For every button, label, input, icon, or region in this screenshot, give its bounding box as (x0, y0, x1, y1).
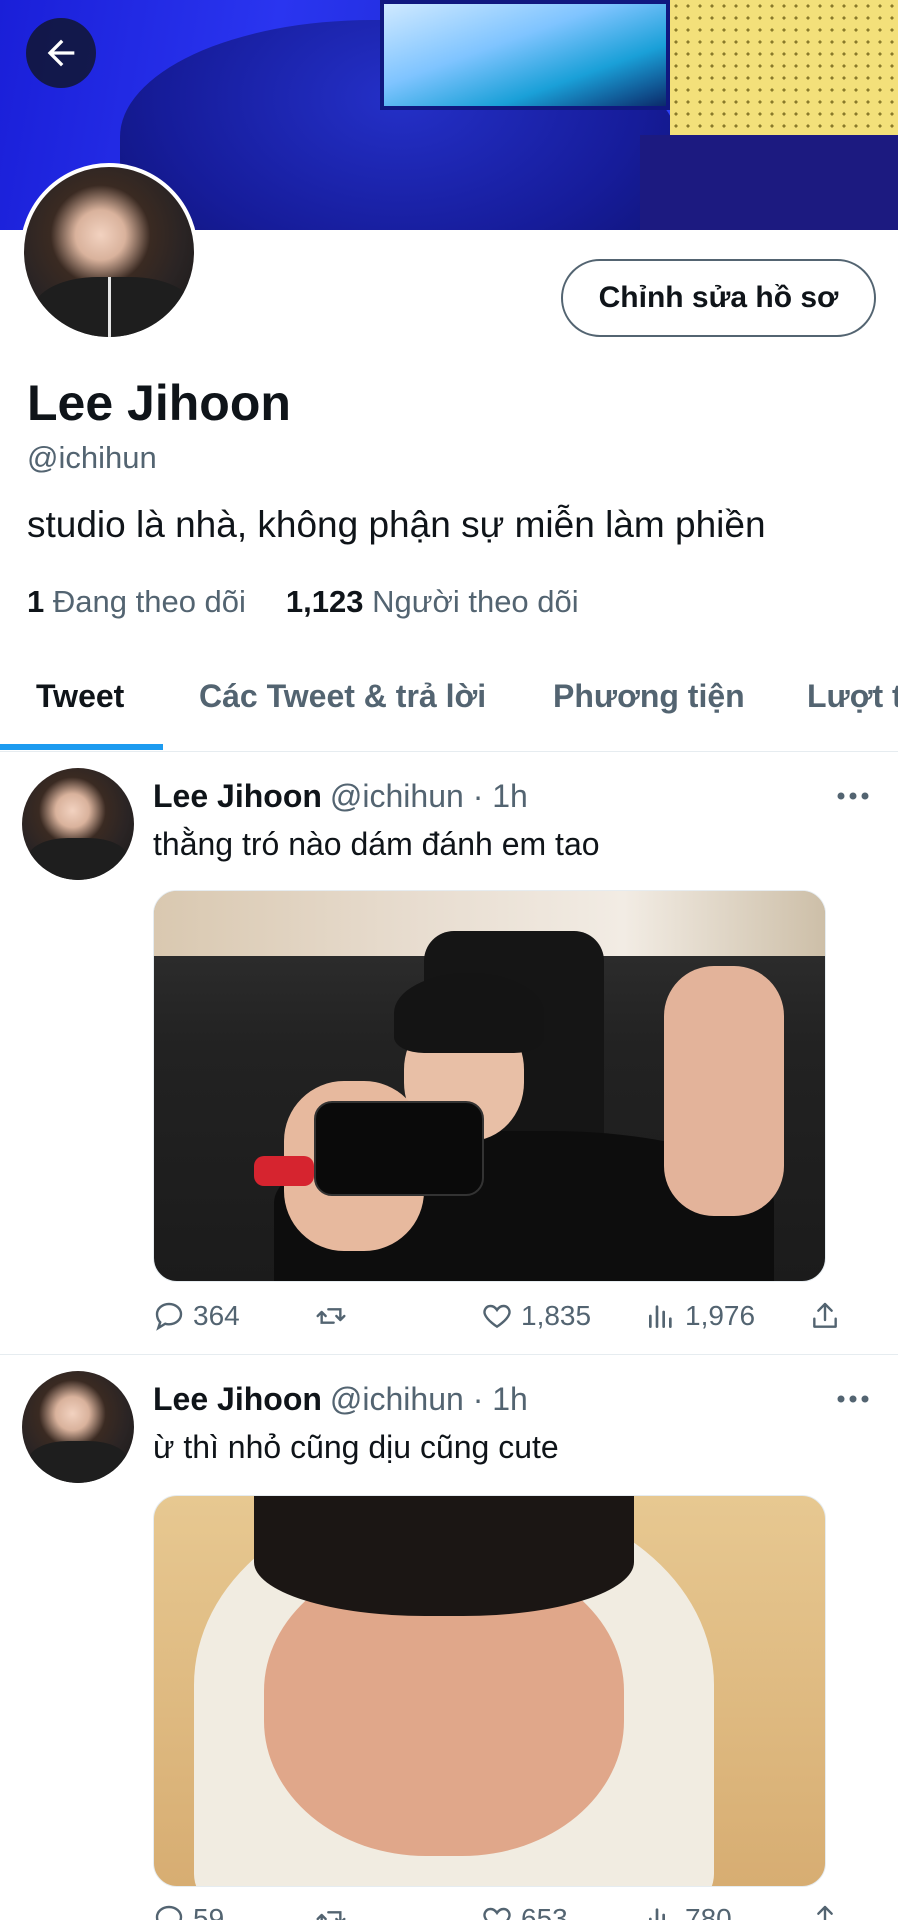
tab-tweets[interactable]: Tweet (36, 660, 124, 752)
tweet-author-name[interactable]: Lee Jihoon (153, 1381, 322, 1417)
reply-icon (155, 1302, 183, 1331)
profile-name: Lee Jihoon (27, 375, 291, 431)
retweet-button[interactable] (315, 1903, 347, 1920)
avatar-shirt (28, 838, 128, 880)
following-label: Đang theo dõi (52, 584, 246, 619)
reply-button[interactable]: 364 (153, 1300, 240, 1332)
tweet[interactable]: Lee Jihoon @ichihun · 1h thằng tró nào dá… (0, 752, 898, 1354)
heart-icon (483, 1907, 511, 1920)
heart-icon (483, 1304, 511, 1329)
tweet-image[interactable] (153, 890, 826, 1282)
followers-count: 1,123 (285, 584, 364, 619)
image-arm (664, 966, 784, 1216)
views-button[interactable]: 1,976 (645, 1300, 755, 1332)
tweet-actions: 59 653 780 (153, 1903, 853, 1920)
tab-likes[interactable]: Lượt t (807, 660, 898, 752)
image-cap (394, 973, 544, 1053)
like-button[interactable]: 1,835 (481, 1300, 591, 1332)
back-button[interactable] (26, 18, 96, 88)
more-options-icon[interactable] (836, 786, 870, 806)
banner-pegboard (670, 0, 898, 150)
analytics-icon (649, 1908, 665, 1920)
like-count: 1,835 (521, 1300, 592, 1331)
like-count: 653 (521, 1903, 568, 1920)
follow-stats: 1 Đang theo dõi 1,123 Người theo dõi (27, 584, 579, 620)
profile-bio: studio là nhà, không phận sự miễn làm ph… (27, 504, 766, 545)
banner-desk (640, 135, 898, 230)
tweet-author-name[interactable]: Lee Jihoon (153, 778, 322, 814)
view-count: 780 (685, 1903, 732, 1920)
retweet-icon (316, 1308, 346, 1324)
followers-link[interactable]: 1,123 Người theo dõi (286, 584, 579, 620)
profile-tabs: Tweet Các Tweet & trả lời Phương tiện Lư… (0, 660, 898, 752)
share-icon (817, 1905, 833, 1920)
retweet-icon (316, 1911, 346, 1920)
avatar-shirt-stripe (108, 277, 111, 337)
tweet-image[interactable] (153, 1495, 826, 1887)
reply-count: 364 (193, 1300, 240, 1331)
retweet-button[interactable] (315, 1300, 347, 1332)
share-button[interactable] (809, 1903, 841, 1920)
tab-media[interactable]: Phương tiện (553, 660, 745, 752)
profile-avatar[interactable] (20, 163, 198, 341)
reply-button[interactable]: 59 (153, 1903, 224, 1920)
following-link[interactable]: 1 Đang theo dõi (27, 584, 246, 620)
more-options-icon[interactable] (836, 1389, 870, 1409)
banner-monitor (380, 0, 670, 110)
edit-profile-button[interactable]: Chỉnh sửa hồ sơ (561, 259, 876, 337)
tweet[interactable]: Lee Jihoon @ichihun · 1h ừ thì nhỏ cũng d… (0, 1355, 898, 1920)
tweet-meta: @ichihun · 1h (329, 778, 528, 814)
image-watch-band (254, 1156, 314, 1186)
avatar-shirt (34, 277, 194, 337)
tweet-text: ừ thì nhỏ cũng dịu cũng cute (153, 1429, 559, 1465)
active-tab-indicator (0, 744, 163, 750)
tweet-avatar[interactable] (22, 768, 134, 880)
followers-label: Người theo dõi (372, 584, 579, 619)
views-button[interactable]: 780 (645, 1903, 732, 1920)
tweet-text: thằng tró nào dám đánh em tao (153, 826, 600, 862)
tweet-avatar[interactable] (22, 1371, 134, 1483)
share-button[interactable] (809, 1300, 841, 1332)
like-button[interactable]: 653 (481, 1903, 568, 1920)
tweet-header: Lee Jihoon @ichihun · 1h (153, 1381, 528, 1418)
analytics-icon (649, 1305, 672, 1328)
reply-icon (155, 1905, 183, 1920)
tweet-meta: @ichihun · 1h (329, 1381, 528, 1417)
avatar-shirt (28, 1441, 128, 1483)
image-hair (254, 1496, 634, 1616)
arrow-left-icon (47, 39, 75, 67)
tweet-header: Lee Jihoon @ichihun · 1h (153, 778, 528, 815)
profile-handle: @ichihun (27, 440, 157, 475)
image-phone (314, 1101, 484, 1196)
share-icon (813, 1302, 837, 1328)
following-count: 1 (27, 584, 45, 619)
reply-count: 59 (193, 1903, 225, 1920)
tweet-actions: 364 1,835 1,976 (153, 1300, 853, 1340)
tab-tweets-replies[interactable]: Các Tweet & trả lời (199, 660, 486, 752)
view-count: 1,976 (685, 1300, 756, 1331)
